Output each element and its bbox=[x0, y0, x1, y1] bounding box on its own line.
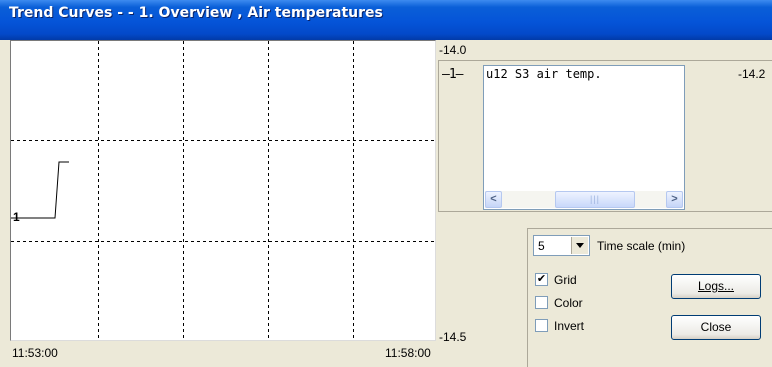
series-marker: 1 bbox=[13, 210, 20, 224]
y-axis-bottom: -14.5 bbox=[439, 330, 467, 344]
grid-label: Grid bbox=[554, 273, 577, 287]
time-scale-value: 5 bbox=[538, 239, 545, 253]
chevron-right-icon: > bbox=[671, 193, 678, 205]
chevron-left-icon: < bbox=[490, 193, 497, 205]
trend-graph-canvas bbox=[11, 41, 435, 340]
title-bar[interactable]: Trend Curves - - 1. Overview , Air tempe… bbox=[0, 0, 772, 40]
horizontal-scrollbar[interactable]: < ||| > bbox=[485, 191, 683, 208]
window-title: Trend Curves - - 1. Overview , Air tempe… bbox=[9, 5, 383, 21]
time-scale-select[interactable]: 5 bbox=[533, 235, 590, 256]
time-scale-label: Time scale (min) bbox=[597, 239, 686, 253]
color-label: Color bbox=[554, 296, 583, 310]
check-icon: ✔ bbox=[536, 273, 547, 285]
legend-line-marker: —1— bbox=[442, 67, 464, 82]
x-axis-end: 11:58:00 bbox=[385, 346, 431, 360]
trend-graph: 1 bbox=[10, 40, 436, 341]
current-value: -14.2 bbox=[738, 67, 766, 81]
chevron-down-icon[interactable] bbox=[571, 237, 588, 254]
grip-icon: ||| bbox=[589, 194, 600, 204]
y-axis-top: -14.0 bbox=[439, 43, 467, 57]
scroll-thumb[interactable]: ||| bbox=[555, 191, 635, 208]
list-item[interactable]: u12 S3 air temp. bbox=[486, 67, 602, 81]
x-axis-start: 11:53:00 bbox=[12, 346, 58, 360]
color-checkbox[interactable] bbox=[535, 296, 548, 309]
scroll-right-button[interactable]: > bbox=[666, 191, 683, 208]
logs-button[interactable]: Logs... bbox=[671, 274, 761, 299]
scroll-left-button[interactable]: < bbox=[485, 191, 502, 208]
logs-button-label: Logs... bbox=[697, 279, 735, 293]
close-button-label: Close bbox=[700, 320, 732, 334]
grid-checkbox[interactable]: ✔ bbox=[535, 273, 548, 286]
grid-lines bbox=[11, 41, 435, 340]
series-listbox[interactable]: u12 S3 air temp. < ||| > bbox=[483, 65, 685, 210]
invert-label: Invert bbox=[554, 319, 585, 333]
close-button[interactable]: Close bbox=[671, 315, 761, 340]
invert-checkbox[interactable] bbox=[535, 319, 548, 332]
